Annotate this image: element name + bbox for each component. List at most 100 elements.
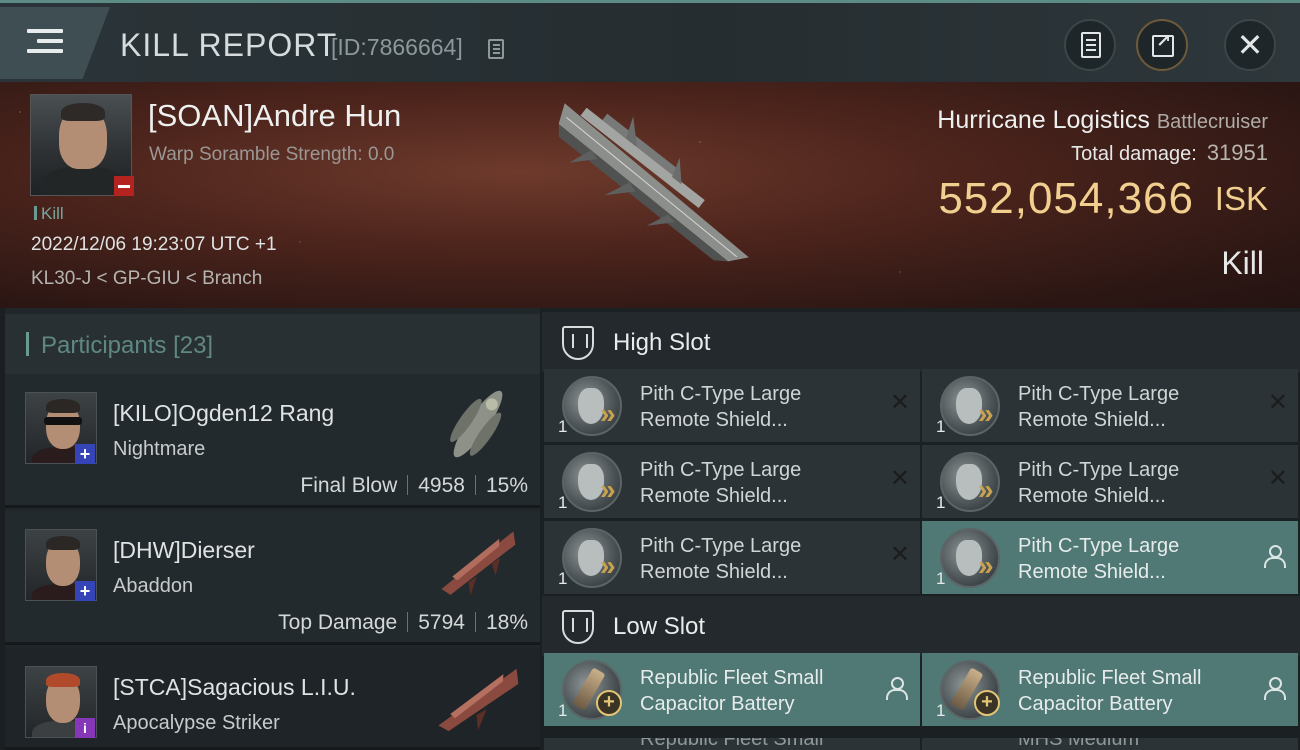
shield-module-icon	[940, 452, 1000, 512]
participant-percent: 18%	[485, 611, 528, 634]
participant-stats: Final Blow 4958 15%	[300, 474, 528, 498]
kill-location: KL30-J < GP-GIU < Branch	[31, 268, 263, 289]
capacitor-module-icon	[940, 660, 1000, 720]
fitting-module[interactable]: 1 Pith C-Type LargeRemote Shield... ✕	[922, 369, 1298, 442]
module-quantity: 1	[558, 701, 568, 720]
low-slot-title: Low Slot	[613, 613, 706, 640]
victim-name[interactable]: [SOAN]Andre Hun	[148, 98, 401, 134]
fitting-module[interactable]: 1 Pith C-Type LargeRemote Shield...	[922, 521, 1298, 594]
shield-module-icon	[562, 528, 622, 588]
warp-scramble-strength: Warp Soramble Strength: 0.0	[149, 144, 395, 165]
participant-ship: Apocalypse Striker	[113, 712, 280, 734]
share-icon	[1152, 31, 1174, 57]
participant-ship-image	[441, 531, 516, 596]
module-quantity: 1	[558, 569, 568, 588]
victim-ship-name[interactable]: Hurricane Logistics	[937, 106, 1150, 134]
final-blow-tag: Final Blow	[300, 474, 398, 497]
destroyed-mark-icon: ✕	[1267, 465, 1288, 492]
participant-ship-image	[438, 668, 519, 732]
module-quantity: 1	[558, 417, 568, 436]
participant-percent: 15%	[485, 474, 528, 497]
destroyed-mark-icon: ✕	[1267, 389, 1288, 416]
participant-row[interactable]: + [KILO]Ogden12 Rang Nightmare Final Blo…	[5, 374, 540, 508]
report-id: [ID:7866664]	[331, 34, 463, 60]
fitting-module[interactable]: 1 Republic Fleet SmallCapacitor Battery	[544, 653, 920, 726]
participant-ship: Abaddon	[113, 575, 194, 597]
module-name: Republic Fleet Small Capacitor Battery	[1018, 667, 1202, 715]
participant-row[interactable]: + [DHW]Dierser Abaddon Top Damage 5794 18%	[5, 511, 540, 645]
participant-ship-image	[450, 390, 503, 458]
module-name: Pith C-Type Large Remote Shield...	[1018, 535, 1180, 583]
shield-module-icon	[940, 376, 1000, 436]
module-name: Republic Fleet Small Capacitor Battery	[640, 667, 824, 715]
page-title: KILL REPORT	[120, 27, 338, 63]
info-badge-icon: i	[75, 718, 95, 738]
total-damage-value: 31951	[1206, 140, 1268, 165]
top-bar: KILL REPORT [ID:7866664] ✕	[0, 0, 1300, 82]
fitting-module[interactable]: 1 Pith C-Type LargeRemote Shield... ✕	[922, 445, 1298, 518]
participant-name[interactable]: [KILO]Ogden12 Rang	[113, 400, 334, 427]
destroyed-mark-icon: ✕	[889, 389, 910, 416]
low-slot-icon	[562, 610, 594, 644]
person-icon	[886, 677, 908, 700]
participant-damage: 4958	[418, 474, 465, 497]
fitting-module[interactable]: Republic Fleet Small	[544, 738, 920, 750]
module-name: Republic Fleet Small	[640, 738, 824, 750]
top-damage-tag: Top Damage	[278, 611, 398, 634]
kill-timestamp: 2022/12/06 19:23:07 UTC +1	[31, 234, 277, 255]
high-slot-header: High Slot	[542, 312, 1300, 372]
destroyed-mark-icon: ✕	[889, 541, 910, 568]
fittings-panel: High Slot 1 Pith C-Type LargeRemote Shie…	[542, 308, 1300, 750]
fitting-module[interactable]: 1 Pith C-Type LargeRemote Shield... ✕	[544, 369, 920, 442]
plus-badge-icon: +	[75, 581, 95, 601]
module-name: Pith C-Type Large Remote Shield...	[640, 459, 802, 507]
isk-value: 552,054,366	[938, 174, 1194, 223]
close-button[interactable]: ✕	[1224, 19, 1276, 71]
share-button[interactable]	[1136, 19, 1188, 71]
person-icon	[1264, 545, 1286, 568]
participant-row[interactable]: i [STCA]Sagacious L.I.U. Apocalypse Stri…	[5, 648, 540, 750]
person-icon	[1264, 677, 1286, 700]
result-label: Kill	[1221, 245, 1264, 281]
victim-ship-image	[558, 103, 749, 262]
participant-damage: 5794	[418, 611, 465, 634]
hostile-badge-icon	[114, 176, 134, 196]
high-slot-title: High Slot	[613, 329, 711, 356]
clipboard-button[interactable]	[1064, 19, 1116, 71]
participants-label: Participants	[41, 332, 167, 359]
module-name: Pith C-Type Large Remote Shield...	[1018, 383, 1180, 431]
module-name: Pith C-Type Large Remote Shield...	[640, 535, 802, 583]
module-quantity: 1	[936, 493, 946, 512]
victim-ship-name-line: Hurricane Logistics Battlecruiser	[937, 106, 1268, 135]
copy-icon[interactable]	[488, 39, 504, 59]
low-slot-header: Low Slot	[542, 596, 1300, 656]
fitting-module[interactable]: 1 Republic Fleet SmallCapacitor Battery	[922, 653, 1298, 726]
menu-button[interactable]	[0, 7, 110, 79]
fitting-module[interactable]: 1 Pith C-Type LargeRemote Shield... ✕	[544, 521, 920, 594]
module-quantity: 1	[936, 569, 946, 588]
victim-banner: [SOAN]Andre Hun Warp Soramble Strength: …	[0, 82, 1300, 308]
total-damage-label: Total damage:	[1071, 143, 1197, 165]
destroyed-mark-icon: ✕	[889, 465, 910, 492]
participants-title: Participants [23]	[41, 332, 213, 360]
kill-tag: Kill	[34, 204, 64, 224]
fitting-module[interactable]: MHS Medium	[922, 738, 1298, 750]
module-name: Pith C-Type Large Remote Shield...	[1018, 459, 1180, 507]
participant-stats: Top Damage 5794 18%	[278, 611, 528, 635]
close-icon: ✕	[1236, 27, 1264, 63]
participants-count: [23]	[173, 332, 214, 359]
participants-panel: Participants [23] + [KILO]Ogden12 Rang N…	[5, 308, 540, 750]
participant-name[interactable]: [STCA]Sagacious L.I.U.	[113, 674, 356, 701]
shield-module-icon	[562, 376, 622, 436]
total-damage-line: Total damage: 31951	[1071, 140, 1268, 166]
clipboard-icon	[1081, 32, 1101, 58]
plus-badge-icon: +	[75, 444, 95, 464]
shield-module-icon	[940, 528, 1000, 588]
participants-header: Participants [23]	[5, 314, 540, 374]
participant-name[interactable]: [DHW]Dierser	[113, 537, 255, 564]
capacitor-module-icon	[562, 660, 622, 720]
fitting-module[interactable]: 1 Pith C-Type LargeRemote Shield... ✕	[544, 445, 920, 518]
module-name: MHS Medium	[1018, 738, 1140, 750]
isk-unit: ISK	[1214, 180, 1268, 217]
module-quantity: 1	[936, 701, 946, 720]
